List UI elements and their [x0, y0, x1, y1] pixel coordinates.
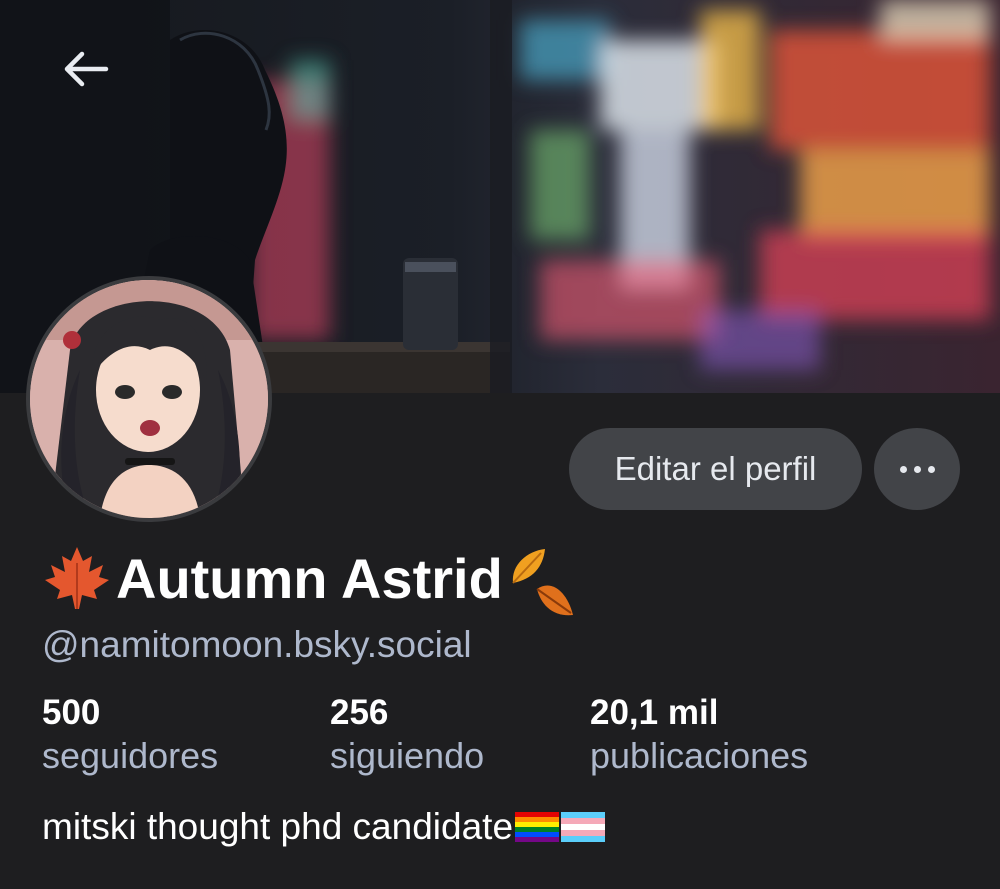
stat-label: siguiendo [330, 735, 485, 776]
stat-label: seguidores [42, 735, 219, 776]
profile-handle: @namitomoon.bsky.social [42, 624, 472, 665]
display-name-text: Autumn Astrid [116, 546, 503, 610]
stat-posts: 20,1 mil publicaciones [590, 692, 808, 778]
avatar[interactable] [26, 276, 272, 522]
back-button[interactable] [50, 36, 122, 102]
profile-page: Editar el perfil Autumn Astrid @namitomo… [0, 0, 1000, 889]
stat-value: 500 [42, 693, 101, 732]
bio-text: mitski thought phd candidate [42, 806, 514, 847]
rainbow-flag-icon [515, 812, 560, 842]
stat-value: 256 [330, 693, 389, 732]
display-name: Autumn Astrid [42, 538, 581, 618]
arrow-left-icon [64, 51, 109, 87]
maple-leaf-icon [45, 547, 109, 609]
ellipsis-icon [899, 465, 907, 473]
ellipsis-dot [927, 465, 935, 473]
stat-label: publicaciones [590, 735, 809, 776]
profile-bio: mitski thought phd candidate [42, 806, 606, 848]
edit-profile-label: Editar el perfil [614, 450, 817, 487]
edit-profile-button[interactable]: Editar el perfil [569, 428, 862, 510]
stat-value: 20,1 mil [590, 693, 719, 732]
transgender-flag-icon [561, 812, 606, 842]
stat-followers[interactable]: 500 seguidores [42, 692, 218, 778]
ellipsis-dot [913, 465, 921, 473]
more-options-button[interactable] [874, 428, 960, 510]
stat-following[interactable]: 256 siguiendo [330, 692, 484, 778]
avatar-image [30, 280, 268, 518]
fallen-leaves-icon [512, 549, 573, 616]
